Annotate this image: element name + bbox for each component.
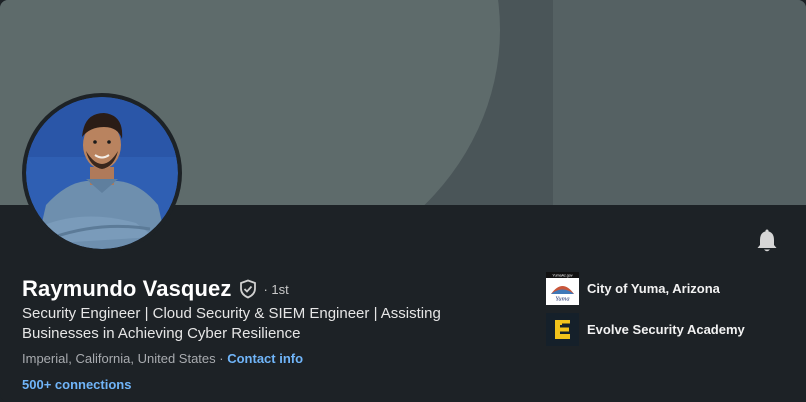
org-evolve-security[interactable]: Evolve Security Academy [546, 313, 745, 346]
evolve-security-logo [546, 313, 579, 346]
shield-check-icon[interactable] [239, 279, 257, 299]
location-row: Imperial, California, United States · Co… [22, 351, 303, 366]
org-name: Evolve Security Academy [587, 322, 745, 337]
yuma-logo-caption: YumaAz.gov [552, 274, 572, 278]
profile-location: Imperial, California, United States [22, 351, 216, 366]
contact-info-link[interactable]: Contact info [227, 351, 303, 366]
connections-link[interactable]: 500+ connections [22, 377, 131, 392]
connection-degree: · 1st [263, 281, 289, 297]
city-of-yuma-logo: YumaAz.gov Yuma [546, 272, 579, 305]
profile-name: Raymundo Vasquez [22, 276, 232, 301]
profile-card: Raymundo Vasquez · 1st Security Engineer… [0, 0, 806, 402]
location-separator: · [215, 351, 228, 366]
banner-strip-shape [553, 0, 806, 205]
org-name: City of Yuma, Arizona [587, 281, 720, 296]
yuma-logo-script: Yuma [555, 296, 569, 303]
name-row: Raymundo Vasquez · 1st [22, 276, 289, 302]
bell-icon[interactable] [756, 229, 778, 253]
profile-headline: Security Engineer | Cloud Security & SIE… [22, 305, 441, 342]
org-city-of-yuma[interactable]: YumaAz.gov Yuma City of Yuma, Arizona [546, 272, 720, 305]
profile-photo[interactable] [22, 93, 182, 253]
